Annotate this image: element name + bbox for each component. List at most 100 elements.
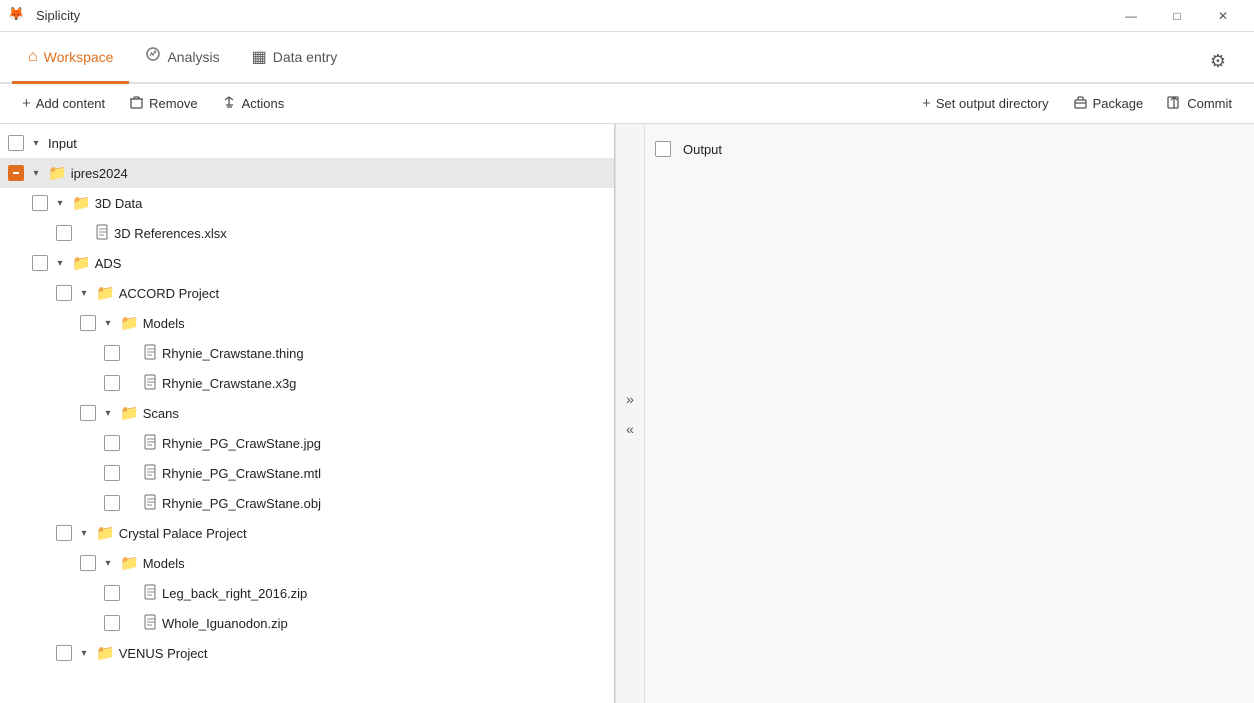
crystal-palace-chevron[interactable]: ▾ [76, 525, 92, 541]
tree-item-3d-references[interactable]: 3D References.xlsx [0, 218, 614, 248]
ipres2024-label: ipres2024 [71, 166, 128, 181]
workspace-tab-label: Workspace [44, 49, 114, 65]
accord-chevron[interactable]: ▾ [76, 285, 92, 301]
tree-item-venus[interactable]: ▾ 📁 VENUS Project [0, 638, 614, 668]
crystal-palace-checkbox[interactable] [56, 525, 72, 541]
app-name: Siplicity [36, 8, 80, 23]
analysis-tab-icon [145, 46, 161, 67]
models-accord-label: Models [143, 316, 185, 331]
tree-item-leg-back[interactable]: Leg_back_right_2016.zip [0, 578, 614, 608]
leg-back-label: Leg_back_right_2016.zip [162, 586, 307, 601]
rhynie-x3g-label: Rhynie_Crawstane.x3g [162, 376, 296, 391]
3d-references-label: 3D References.xlsx [114, 226, 227, 241]
tree-item-ads[interactable]: ▾ 📁 ADS [0, 248, 614, 278]
tab-workspace[interactable]: ⌂ Workspace [12, 32, 129, 84]
tree-item-models-crystal[interactable]: ▾ 📁 Models [0, 548, 614, 578]
package-label: Package [1093, 96, 1144, 111]
3d-data-label: 3D Data [95, 196, 143, 211]
set-output-dir-button[interactable]: + Set output directory [912, 91, 1059, 116]
analysis-tab-label: Analysis [167, 49, 219, 65]
add-content-label: Add content [36, 96, 105, 111]
models-accord-checkbox[interactable] [80, 315, 96, 331]
models-crystal-chevron[interactable]: ▾ [100, 555, 116, 571]
tree-item-rhynie-x3g[interactable]: Rhynie_Crawstane.x3g [0, 368, 614, 398]
leg-back-checkbox[interactable] [104, 585, 120, 601]
minimize-button[interactable]: — [1108, 0, 1154, 32]
workspace-tab-icon: ⌂ [28, 48, 38, 66]
add-icon: + [22, 95, 31, 112]
right-panel: Output [645, 124, 1254, 703]
rhynie-x3g-file-icon [144, 374, 158, 393]
remove-label: Remove [149, 96, 197, 111]
whole-iguanodon-checkbox[interactable] [104, 615, 120, 631]
toolbar: + Add content Remove Actions + Set outpu… [0, 84, 1254, 124]
tab-data-entry[interactable]: ▦ Data entry [236, 32, 354, 84]
models-crystal-checkbox[interactable] [80, 555, 96, 571]
rhynie-thing-label: Rhynie_Crawstane.thing [162, 346, 304, 361]
tree-item-rhynie-mtl[interactable]: Rhynie_PG_CrawStane.mtl [0, 458, 614, 488]
3d-data-chevron[interactable]: ▾ [52, 195, 68, 211]
whole-iguanodon-file-icon [144, 614, 158, 633]
venus-checkbox[interactable] [56, 645, 72, 661]
tree-item-3d-data[interactable]: ▾ 📁 3D Data [0, 188, 614, 218]
app-icon: 🦊 [8, 6, 28, 26]
close-button[interactable]: ✕ [1200, 0, 1246, 32]
ads-checkbox[interactable] [32, 255, 48, 271]
ads-label: ADS [95, 256, 122, 271]
rhynie-obj-checkbox[interactable] [104, 495, 120, 511]
commit-button[interactable]: Commit [1157, 91, 1242, 117]
accord-folder-icon: 📁 [96, 284, 115, 302]
tree-item-rhynie-jpg[interactable]: Rhynie_PG_CrawStane.jpg [0, 428, 614, 458]
expand-right-button[interactable]: » [622, 387, 638, 411]
set-output-dir-icon: + [922, 95, 931, 112]
rhynie-x3g-checkbox[interactable] [104, 375, 120, 391]
ads-chevron[interactable]: ▾ [52, 255, 68, 271]
input-section-header: ▾ Input [0, 128, 614, 158]
tree-item-scans[interactable]: ▾ 📁 Scans [0, 398, 614, 428]
tree-item-rhynie-obj[interactable]: Rhynie_PG_CrawStane.obj [0, 488, 614, 518]
rhynie-thing-file-icon [144, 344, 158, 363]
scans-folder-icon: 📁 [120, 404, 139, 422]
ads-folder-icon: 📁 [72, 254, 91, 272]
tree-item-accord[interactable]: ▾ 📁 ACCORD Project [0, 278, 614, 308]
actions-button[interactable]: Actions [212, 91, 295, 117]
actions-icon [222, 95, 237, 113]
tree-item-rhynie-thing[interactable]: Rhynie_Crawstane.thing [0, 338, 614, 368]
scans-checkbox[interactable] [80, 405, 96, 421]
tree-root: ▾ Input ▾ 📁 ipres2024 ▾ 📁 3D Data [0, 124, 614, 672]
output-section-header: Output [655, 134, 1244, 164]
tree-item-crystal-palace[interactable]: ▾ 📁 Crystal Palace Project [0, 518, 614, 548]
rhynie-mtl-label: Rhynie_PG_CrawStane.mtl [162, 466, 321, 481]
output-checkbox[interactable] [655, 141, 671, 157]
rhynie-obj-label: Rhynie_PG_CrawStane.obj [162, 496, 321, 511]
expand-left-button[interactable]: « [622, 417, 638, 441]
ipres2024-chevron[interactable]: ▾ [28, 165, 44, 181]
tab-analysis[interactable]: Analysis [129, 32, 235, 84]
accord-checkbox[interactable] [56, 285, 72, 301]
package-button[interactable]: Package [1063, 91, 1154, 117]
accord-label: ACCORD Project [119, 286, 219, 301]
settings-button[interactable]: ⚙ [1194, 41, 1242, 82]
3d-data-checkbox[interactable] [32, 195, 48, 211]
tree-item-models-accord[interactable]: ▾ 📁 Models [0, 308, 614, 338]
maximize-button[interactable]: □ [1154, 0, 1200, 32]
panel-divider: » « [615, 124, 645, 703]
remove-button[interactable]: Remove [119, 91, 207, 117]
rhynie-thing-checkbox[interactable] [104, 345, 120, 361]
scans-chevron[interactable]: ▾ [100, 405, 116, 421]
models-accord-folder-icon: 📁 [120, 314, 139, 332]
input-chevron[interactable]: ▾ [28, 135, 44, 151]
toolbar-right: + Set output directory Package Commit [912, 91, 1242, 117]
remove-icon [129, 95, 144, 113]
3d-references-checkbox[interactable] [56, 225, 72, 241]
tree-item-whole-iguanodon[interactable]: Whole_Iguanodon.zip [0, 608, 614, 638]
tree-item-ipres2024[interactable]: ▾ 📁 ipres2024 [0, 158, 614, 188]
ipres2024-checkbox[interactable] [8, 165, 24, 181]
commit-icon [1167, 95, 1182, 113]
input-checkbox[interactable] [8, 135, 24, 151]
add-content-button[interactable]: + Add content [12, 91, 115, 116]
rhynie-mtl-checkbox[interactable] [104, 465, 120, 481]
rhynie-jpg-checkbox[interactable] [104, 435, 120, 451]
models-accord-chevron[interactable]: ▾ [100, 315, 116, 331]
venus-chevron[interactable]: ▾ [76, 645, 92, 661]
